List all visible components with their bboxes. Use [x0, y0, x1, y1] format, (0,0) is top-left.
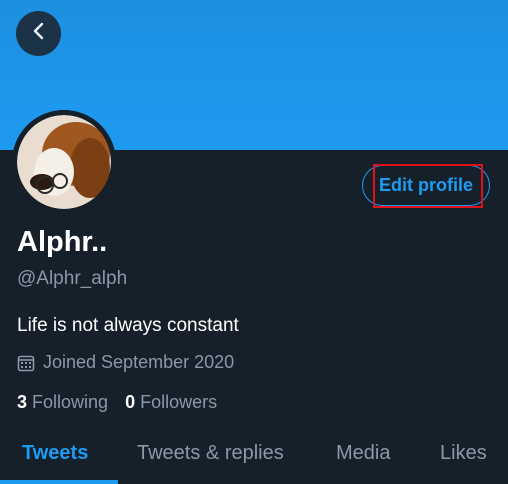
following-link[interactable]: 3 Following	[17, 392, 108, 413]
profile-tabs: Tweets Tweets & replies Media Likes	[0, 428, 508, 484]
tab-media[interactable]: Media	[336, 442, 390, 465]
profile-handle: @Alphr_alph	[17, 268, 128, 289]
active-tab-indicator	[0, 480, 118, 484]
following-count: 3	[17, 392, 28, 412]
following-label: Following	[32, 392, 109, 412]
tab-tweets[interactable]: Tweets	[22, 442, 88, 465]
tab-tweets-replies[interactable]: Tweets & replies	[137, 442, 284, 465]
followers-count: 0	[125, 392, 136, 412]
profile-bio: Life is not always constant	[17, 315, 239, 336]
edit-profile-label: Edit profile	[379, 175, 473, 195]
followers-label: Followers	[140, 392, 218, 412]
joined-date: Joined September 2020	[17, 352, 234, 373]
profile-name: Alphr..	[17, 226, 108, 258]
joined-text: Joined September 2020	[43, 352, 235, 372]
chevron-left-icon	[29, 21, 49, 46]
avatar[interactable]	[12, 110, 116, 214]
follow-stats: 3 Following 0 Followers	[17, 392, 234, 413]
followers-link[interactable]: 0 Followers	[125, 392, 217, 413]
calendar-icon	[17, 354, 35, 372]
tab-likes[interactable]: Likes	[440, 442, 487, 465]
edit-profile-button[interactable]: Edit profile	[362, 165, 490, 206]
back-button[interactable]	[16, 11, 61, 56]
